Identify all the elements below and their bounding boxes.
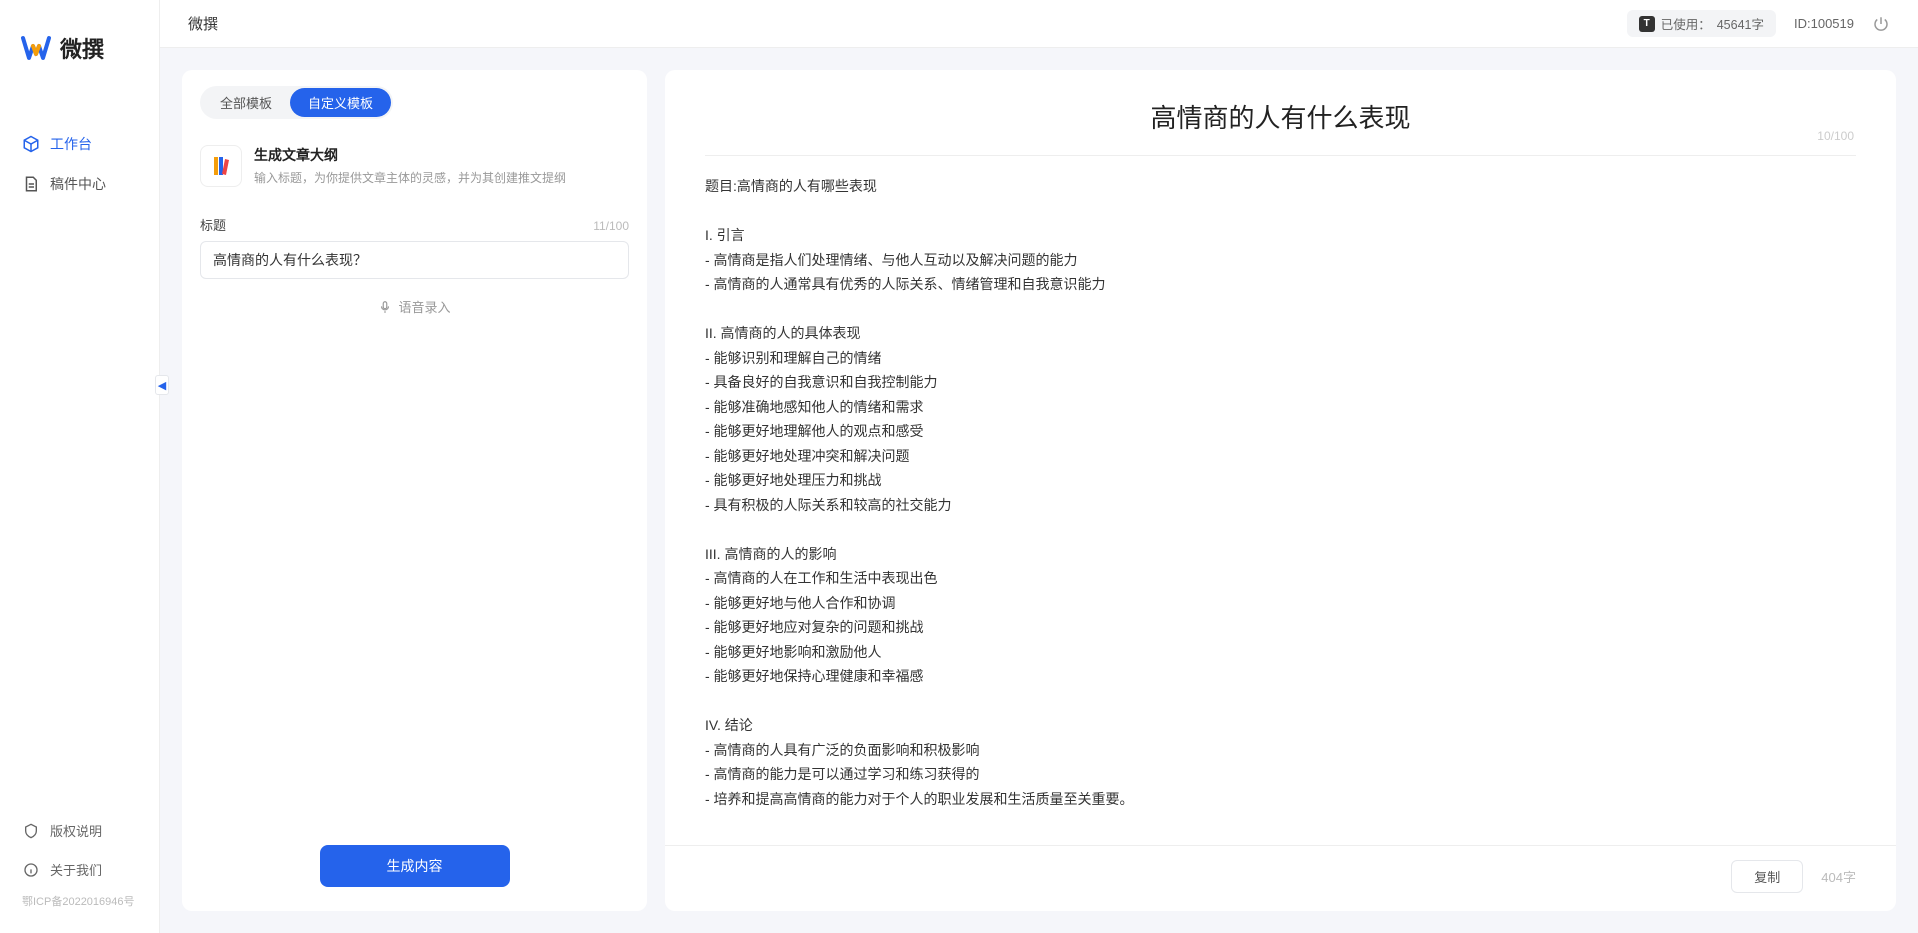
main-nav: 工作台 稿件中心 <box>0 84 159 811</box>
voice-label: 语音录入 <box>398 297 450 316</box>
usage-value: 45641字 <box>1717 14 1764 33</box>
form-title-block: 标题 11/100 <box>182 201 647 279</box>
title-input[interactable] <box>200 241 629 279</box>
info-icon <box>22 861 40 879</box>
app-root: 微撰 工作台 稿件中心 版权说明 <box>0 0 1918 933</box>
document-icon <box>22 175 40 193</box>
sidebar-item-label: 版权说明 <box>50 821 102 840</box>
workspace: 全部模板 自定义模板 生成文章大纲 输入标题，为你提供文章主体的灵感，并为其创建… <box>160 48 1918 933</box>
template-tabs: 全部模板 自定义模板 <box>182 70 647 129</box>
sidebar-item-label: 关于我们 <box>50 860 102 879</box>
tab-custom-templates[interactable]: 自定义模板 <box>290 88 391 117</box>
label-row: 标题 11/100 <box>200 215 629 234</box>
user-id: ID:100519 <box>1794 16 1854 31</box>
logo-icon <box>20 32 52 64</box>
template-desc: 输入标题，为你提供文章主体的灵感，并为其创建推文提纲 <box>254 169 566 187</box>
voice-input-button[interactable]: 语音录入 <box>182 279 647 334</box>
usage-pill[interactable]: T 已使用： 45641字 <box>1627 10 1776 37</box>
shield-icon <box>22 822 40 840</box>
topbar-right: T 已使用： 45641字 ID:100519 <box>1627 10 1890 37</box>
copy-button[interactable]: 复制 <box>1731 860 1803 893</box>
chevron-left-icon: ◀ <box>158 379 166 392</box>
main: 微撰 T 已使用： 45641字 ID:100519 全部模板 <box>160 0 1918 933</box>
sidebar-item-workspace[interactable]: 工作台 <box>0 124 159 164</box>
text-count-icon: T <box>1639 16 1655 32</box>
sidebar-item-drafts[interactable]: 稿件中心 <box>0 164 159 204</box>
output-word-count: 404字 <box>1821 867 1856 886</box>
tab-all-templates[interactable]: 全部模板 <box>202 88 290 117</box>
template-icon <box>200 145 242 187</box>
bottom-nav: 版权说明 关于我们 鄂ICP备2022016946号 <box>0 811 159 933</box>
output-title: 高情商的人有什么表现 <box>705 98 1856 135</box>
output-body[interactable]: 题目:高情商的人有哪些表现 I. 引言 - 高情商是指人们处理情绪、与他人互动以… <box>665 156 1896 845</box>
output-panel: 高情商的人有什么表现 10/100 题目:高情商的人有哪些表现 I. 引言 - … <box>665 70 1896 911</box>
template-info: 生成文章大纲 输入标题，为你提供文章主体的灵感，并为其创建推文提纲 <box>254 145 566 187</box>
title-counter: 11/100 <box>593 219 629 233</box>
sidebar: 微撰 工作台 稿件中心 版权说明 <box>0 0 160 933</box>
generate-button[interactable]: 生成内容 <box>320 845 510 887</box>
cube-icon <box>22 135 40 153</box>
output-head: 高情商的人有什么表现 10/100 <box>665 70 1896 143</box>
output-counter: 10/100 <box>1817 129 1854 143</box>
template-card: 生成文章大纲 输入标题，为你提供文章主体的灵感，并为其创建推文提纲 <box>200 137 629 201</box>
sidebar-item-label: 稿件中心 <box>50 174 106 194</box>
logo-text: 微撰 <box>60 32 104 64</box>
input-panel: 全部模板 自定义模板 生成文章大纲 输入标题，为你提供文章主体的灵感，并为其创建… <box>182 70 647 911</box>
page-title: 微撰 <box>188 13 218 34</box>
title-label: 标题 <box>200 215 226 234</box>
tab-switch: 全部模板 自定义模板 <box>200 86 393 119</box>
left-footer: 生成内容 <box>182 825 647 911</box>
sidebar-item-about[interactable]: 关于我们 <box>0 850 159 889</box>
usage-prefix: 已使用： <box>1661 14 1711 33</box>
logo: 微撰 <box>0 0 159 84</box>
topbar: 微撰 T 已使用： 45641字 ID:100519 <box>160 0 1918 48</box>
power-icon[interactable] <box>1872 15 1890 33</box>
icp-text: 鄂ICP备2022016946号 <box>0 889 159 921</box>
sidebar-collapse-button[interactable]: ◀ <box>155 375 169 395</box>
mic-icon <box>378 300 392 314</box>
sidebar-item-label: 工作台 <box>50 134 92 154</box>
sidebar-item-copyright[interactable]: 版权说明 <box>0 811 159 850</box>
template-title: 生成文章大纲 <box>254 145 566 165</box>
output-footer: 复制 404字 <box>665 845 1896 911</box>
